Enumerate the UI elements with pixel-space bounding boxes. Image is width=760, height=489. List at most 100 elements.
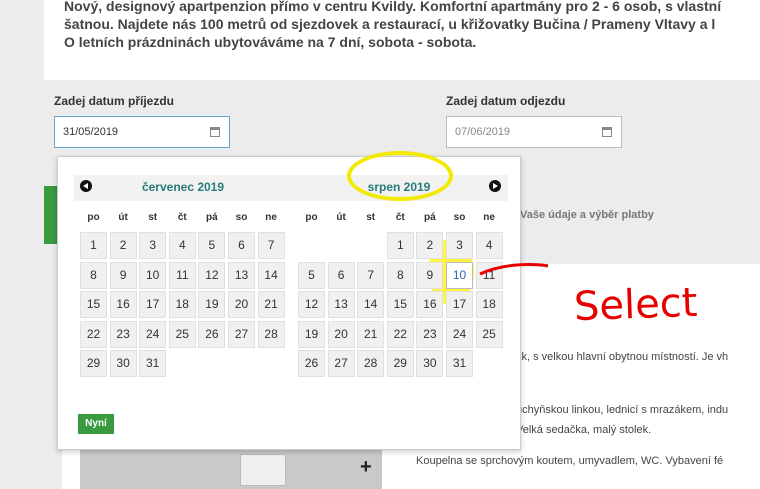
prev-month-icon[interactable]	[80, 180, 92, 192]
july-day-10[interactable]: 10	[139, 261, 167, 289]
july-day-1[interactable]: 1	[80, 232, 107, 259]
description-line-4: Koupelna se sprchovým koutem, umyvadlem,…	[416, 455, 724, 467]
july-day-12[interactable]: 12	[198, 261, 226, 289]
july-day-13[interactable]: 13	[228, 261, 255, 289]
august-day-21[interactable]: 21	[357, 320, 385, 348]
august-day-11[interactable]: 11	[475, 261, 503, 289]
step-indicator	[44, 186, 58, 244]
july-day-8[interactable]: 8	[80, 261, 107, 289]
july-day-7[interactable]: 7	[257, 232, 285, 259]
now-button[interactable]: Nyní	[78, 414, 114, 434]
august-day-18[interactable]: 18	[475, 291, 503, 319]
weekday-label: út	[336, 212, 346, 223]
august-day-28[interactable]: 28	[357, 350, 385, 378]
july-day-5[interactable]: 5	[198, 232, 226, 259]
august-day-5[interactable]: 5	[298, 261, 325, 289]
weekday-label: čt	[395, 212, 405, 223]
description-line-3: Velká sedačka, malý stolek.	[516, 424, 652, 436]
july-day-3[interactable]: 3	[139, 232, 167, 259]
july-day-2[interactable]: 2	[109, 232, 137, 259]
august-day-15[interactable]: 15	[386, 291, 414, 319]
july-day-20[interactable]: 20	[228, 291, 255, 319]
july-day-26[interactable]: 26	[198, 320, 226, 348]
august-day-16[interactable]: 16	[416, 291, 444, 319]
photo-window	[240, 454, 286, 486]
july-day-30[interactable]: 30	[109, 350, 137, 378]
august-day-12[interactable]: 12	[298, 291, 325, 319]
next-month-icon[interactable]	[489, 180, 501, 192]
intro-line-2: šatnou. Najdete nás 100 metrů od sjezdov…	[64, 16, 716, 32]
departure-date-input[interactable]: 07/06/2019	[446, 116, 622, 148]
july-day-27[interactable]: 27	[228, 320, 255, 348]
weekday-label: po	[87, 212, 100, 223]
arrival-date-value: 31/05/2019	[63, 126, 119, 138]
departure-date-value: 07/06/2019	[455, 126, 511, 138]
intro-line-3: O letních prázdninách ubytováváme na 7 d…	[64, 34, 477, 50]
photo-plus-icon: +	[360, 456, 372, 478]
july-day-21[interactable]: 21	[257, 291, 285, 319]
datepicker: červenec 2019 srpen 2019 po út st čt pá so ne p…	[57, 151, 521, 450]
right-month-title: srpen 2019	[367, 180, 431, 194]
description-line-1: kk, s velkou hlavní obytnou místností. J…	[516, 351, 729, 363]
august-day-31[interactable]: 31	[446, 350, 473, 378]
august-day-9[interactable]: 9	[416, 261, 444, 289]
august-day-23[interactable]: 23	[416, 320, 444, 348]
arrival-label: Zadej datum příjezdu	[54, 94, 175, 108]
august-day-10[interactable]: 10	[446, 261, 473, 289]
july-day-16[interactable]: 16	[109, 291, 137, 319]
august-day-17[interactable]: 17	[446, 291, 473, 319]
apartment-photo	[80, 450, 382, 489]
august-day-2[interactable]: 2	[416, 232, 444, 259]
weekday-label: so	[453, 212, 466, 223]
weekday-label: st	[148, 212, 158, 223]
july-day-17[interactable]: 17	[139, 291, 167, 319]
july-day-6[interactable]: 6	[228, 232, 255, 259]
calendar-icon	[210, 127, 220, 137]
july-day-14[interactable]: 14	[257, 261, 285, 289]
payment-step-label[interactable]: Vaše údaje a výběr platby	[520, 209, 654, 221]
august-day-27[interactable]: 27	[327, 350, 355, 378]
july-day-19[interactable]: 19	[198, 291, 226, 319]
august-day-4[interactable]: 4	[475, 232, 503, 259]
august-day-3[interactable]: 3	[446, 232, 473, 259]
august-day-19[interactable]: 19	[298, 320, 325, 348]
august-day-7[interactable]: 7	[357, 261, 385, 289]
july-day-28[interactable]: 28	[257, 320, 285, 348]
july-day-24[interactable]: 24	[139, 320, 167, 348]
annotation-text: Select	[573, 279, 699, 331]
weekday-label: út	[118, 212, 128, 223]
july-day-9[interactable]: 9	[109, 261, 137, 289]
july-day-31[interactable]: 31	[139, 350, 167, 378]
august-day-26[interactable]: 26	[298, 350, 325, 378]
july-day-22[interactable]: 22	[80, 320, 107, 348]
july-day-11[interactable]: 11	[168, 261, 196, 289]
august-day-13[interactable]: 13	[327, 291, 355, 319]
weekday-label: ne	[483, 212, 495, 223]
description-line-2: uchyňskou linkou, lednicí s mrazákem, in…	[516, 404, 729, 416]
weekday-label: st	[366, 212, 376, 223]
july-day-29[interactable]: 29	[80, 350, 107, 378]
august-day-29[interactable]: 29	[386, 350, 414, 378]
august-day-22[interactable]: 22	[386, 320, 414, 348]
weekday-label: po	[305, 212, 318, 223]
left-month-title: červenec 2019	[141, 180, 225, 194]
calendar-icon	[602, 127, 612, 137]
weekday-label: ne	[265, 212, 277, 223]
august-day-30[interactable]: 30	[416, 350, 444, 378]
july-day-23[interactable]: 23	[109, 320, 137, 348]
weekday-label: so	[235, 212, 248, 223]
july-day-18[interactable]: 18	[168, 291, 196, 319]
august-day-14[interactable]: 14	[357, 291, 385, 319]
july-day-4[interactable]: 4	[168, 232, 196, 259]
august-day-24[interactable]: 24	[446, 320, 473, 348]
august-day-20[interactable]: 20	[327, 320, 355, 348]
july-day-25[interactable]: 25	[168, 320, 196, 348]
arrival-date-input[interactable]: 31/05/2019	[54, 116, 230, 148]
august-day-1[interactable]: 1	[386, 232, 414, 259]
departure-label: Zadej datum odjezdu	[446, 94, 566, 108]
july-day-15[interactable]: 15	[80, 291, 107, 319]
august-day-6[interactable]: 6	[327, 261, 355, 289]
weekday-label: čt	[177, 212, 187, 223]
august-day-8[interactable]: 8	[386, 261, 414, 289]
august-day-25[interactable]: 25	[475, 320, 503, 348]
